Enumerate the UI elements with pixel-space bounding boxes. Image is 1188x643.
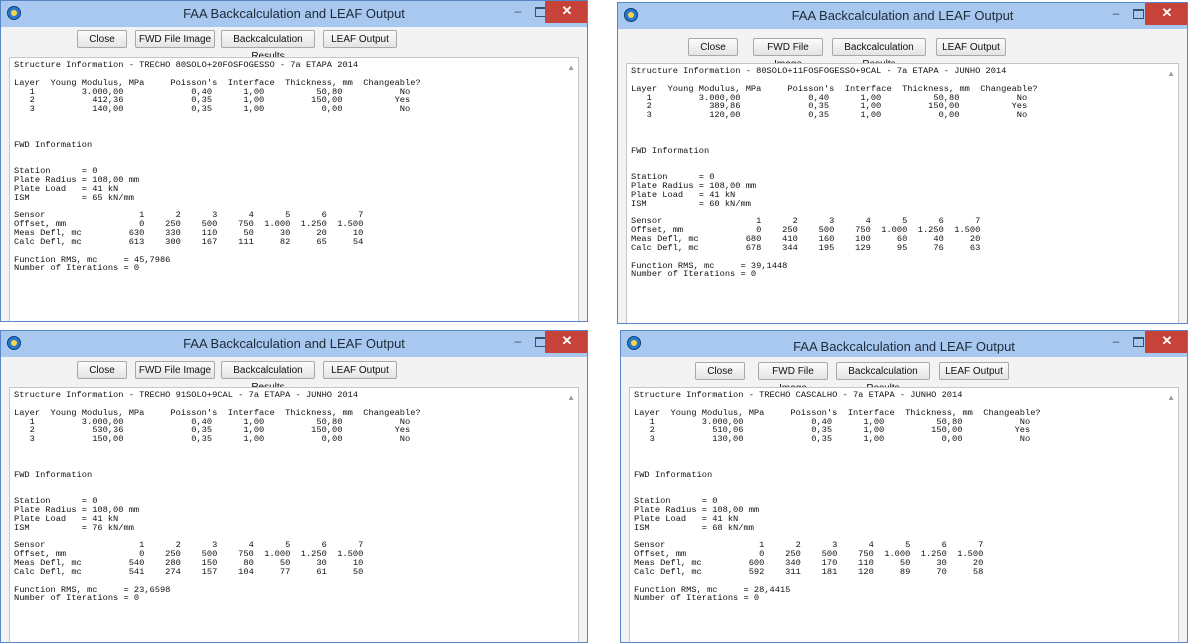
title-bar[interactable]: FAA Backcalculation and LEAF Output – ✕ [1,331,587,357]
faa-window-bottom-left: FAA Backcalculation and LEAF Output – ✕ … [0,330,588,643]
fwd-file-image-button[interactable]: FWD File Image [135,30,215,48]
report-text: Structure Information - TRECHO 91SOLO+9C… [14,390,421,604]
toolbar: Close FWD File Image Backcalculation Res… [621,362,1187,394]
minimize-button[interactable]: – [507,1,529,23]
report-text: Structure Information - 80SOLO+11FOSFOGE… [631,66,1038,280]
faa-window-bottom-right: FAA Backcalculation and LEAF Output – ✕ … [620,330,1188,643]
window-title: FAA Backcalculation and LEAF Output [791,8,1014,23]
report-textbox[interactable]: Structure Information - TRECHO 80SOLO+20… [9,57,579,321]
backcalculation-results-button[interactable]: Backcalculation Results [832,38,926,70]
window-close-button[interactable]: ✕ [1145,331,1187,353]
window-title: FAA Backcalculation and LEAF Output [183,6,405,21]
window-title: FAA Backcalculation and LEAF Output [793,339,1015,354]
window-title: FAA Backcalculation and LEAF Output [183,336,405,351]
report-textbox[interactable]: Structure Information - TRECHO CASCALHO … [629,387,1179,642]
close-button[interactable]: Close [77,361,127,379]
maximize-icon [534,337,546,347]
report-text: Structure Information - TRECHO CASCALHO … [634,390,1041,604]
scroll-up-icon[interactable]: ▲ [1167,69,1175,78]
leaf-output-button[interactable]: LEAF Output [936,38,1006,56]
fwd-file-image-button[interactable]: FWD File Image [758,362,828,394]
window-close-button[interactable]: ✕ [545,1,587,23]
toolbar: Close FWD File Image Backcalculation Res… [618,38,1187,70]
report-textbox[interactable]: Structure Information - TRECHO 91SOLO+9C… [9,387,579,642]
window-close-button[interactable]: ✕ [545,331,587,353]
maximize-icon [534,7,546,17]
maximize-icon [1132,337,1144,347]
title-bar[interactable]: FAA Backcalculation and LEAF Output – ✕ [618,3,1187,29]
close-button[interactable]: Close [77,30,127,48]
minimize-button[interactable]: – [507,331,529,353]
scroll-up-icon[interactable]: ▲ [567,63,575,72]
faa-window-top-left: FAA Backcalculation and LEAF Output – ✕ … [0,0,588,322]
fwd-file-image-button[interactable]: FWD File Image [753,38,823,70]
report-text: Structure Information - TRECHO 80SOLO+20… [14,60,421,274]
faa-window-top-right: FAA Backcalculation and LEAF Output – ✕ … [617,2,1188,324]
backcalculation-results-button[interactable]: Backcalculation Results [221,30,315,62]
toolbar: Close FWD File Image Backcalculation Res… [1,30,587,62]
toolbar: Close FWD File Image Backcalculation Res… [1,361,587,393]
scroll-up-icon[interactable]: ▲ [567,393,575,402]
close-button[interactable]: Close [695,362,745,380]
leaf-output-button[interactable]: LEAF Output [323,30,397,48]
window-close-button[interactable]: ✕ [1145,3,1187,25]
scroll-up-icon[interactable]: ▲ [1167,393,1175,402]
report-textbox[interactable]: Structure Information - 80SOLO+11FOSFOGE… [626,63,1179,323]
title-bar[interactable]: FAA Backcalculation and LEAF Output – ✕ [621,331,1187,357]
minimize-button[interactable]: – [1105,3,1127,25]
title-bar[interactable]: FAA Backcalculation and LEAF Output – ✕ [1,1,587,27]
leaf-output-button[interactable]: LEAF Output [939,362,1009,380]
minimize-button[interactable]: – [1105,331,1127,353]
fwd-file-image-button[interactable]: FWD File Image [135,361,215,379]
leaf-output-button[interactable]: LEAF Output [323,361,397,379]
maximize-icon [1132,9,1144,19]
close-button[interactable]: Close [688,38,738,56]
backcalculation-results-button[interactable]: Backcalculation Results [221,361,315,393]
backcalculation-results-button[interactable]: Backcalculation Results [836,362,930,394]
